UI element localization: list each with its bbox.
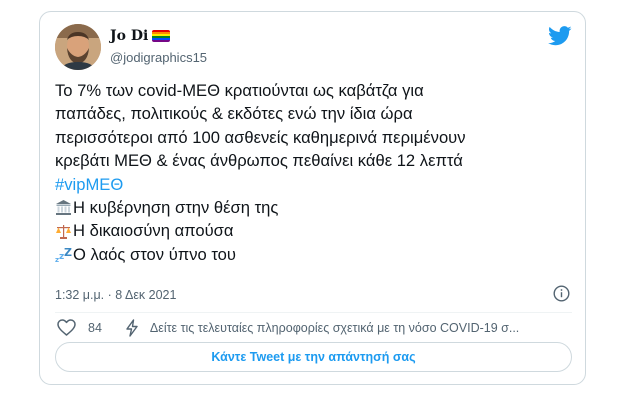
sleeping-zzz-icon: z z Z [55, 246, 72, 263]
emoji-line-text: Η κυβέρνηση στην θέση της [73, 198, 279, 218]
heart-icon[interactable] [57, 319, 76, 336]
emoji-line-government: Η κυβέρνηση στην θέση της [55, 196, 575, 219]
svg-text:Z: Z [64, 246, 72, 259]
divider [55, 312, 572, 313]
reply-tweet-button[interactable]: Κάντε Tweet με την απάντησή σας [55, 342, 572, 372]
balance-scale-icon [56, 224, 71, 239]
info-icon[interactable] [553, 285, 570, 302]
emoji-line-people: z z Z Ο λαός στον ύπνο του [55, 243, 575, 266]
author-handle[interactable]: @jodigraphics15 [110, 50, 207, 65]
lightning-bolt-icon[interactable] [125, 318, 139, 337]
emoji-line-justice: Η δικαιοσύνη απούσα [55, 219, 575, 242]
author-display-name[interactable]: Jo Di [110, 28, 148, 44]
like-count: 84 [88, 320, 102, 335]
covid-info-link[interactable]: Δείτε τις τελευταίες πληροφορίες σχετικά… [150, 321, 570, 335]
tweet-line: περισσότεροι από 100 ασθενείς καθημερινά… [55, 127, 466, 147]
tweet-line: παπάδες, πολιτικούς & εκδότες ενώ την ίδ… [55, 104, 413, 124]
tweet-line: Το 7% των covid-ΜΕΘ κρατιούνται ως καβάτ… [55, 81, 424, 100]
rainbow-flag-icon [152, 30, 171, 42]
avatar[interactable] [55, 24, 101, 70]
author-name-row[interactable]: Jo Di [110, 28, 171, 44]
classical-building-icon [56, 200, 71, 216]
tweet-card: Jo Di @jodigraphics15 Το 7% των covid-ΜΕ… [39, 11, 586, 385]
person-avatar-icon [55, 24, 101, 70]
tweet-timestamp[interactable]: 1:32 μ.μ. · 8 Δεκ 2021 [55, 288, 176, 302]
hashtag-link[interactable]: #vipΜΕΘ [55, 173, 575, 196]
emoji-line-text: Η δικαιοσύνη απούσα [73, 221, 234, 241]
emoji-line-text: Ο λαός στον ύπνο του [73, 244, 236, 264]
tweet-body: Το 7% των covid-ΜΕΘ κρατιούνται ως καβάτ… [55, 79, 575, 266]
twitter-bird-icon[interactable] [548, 26, 572, 46]
tweet-actions: 84 Δείτε τις τελευταίες πληροφορίες σχετ… [55, 315, 572, 340]
tweet-line: κρεβάτι ΜΕΘ & ένας άνθρωπος πεθαίνει κάθ… [55, 151, 463, 171]
